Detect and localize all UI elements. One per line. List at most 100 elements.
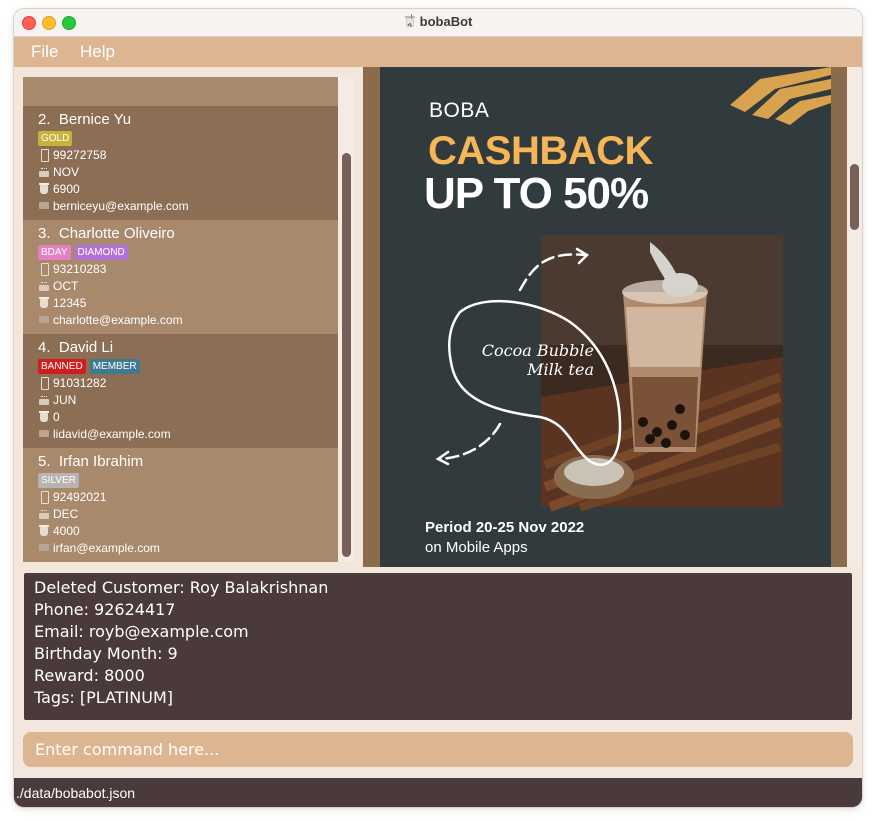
promo-scrollbar[interactable] [847, 67, 862, 567]
customer-list-scroll-thumb[interactable] [342, 153, 351, 557]
poster-drink-line1: Cocoa Bubble [481, 341, 594, 360]
customer-name-text: Irfan Ibrahim [58, 453, 144, 470]
customer-tags: GOLD [38, 131, 73, 146]
email-icon [38, 542, 51, 554]
customer-list[interactable]: 2500alexyeoh@example.com 2. Bernice Yu GOL… [23, 77, 338, 562]
customer-phone-value: 92492021 [53, 490, 107, 504]
window-title-area: bobaBot [14, 14, 862, 29]
brush-stroke-decoration [730, 67, 831, 125]
customer-birthday-value: DEC [53, 507, 79, 521]
customer-card[interactable]: 4. David Li BANNED MEMBER 91031282 JUN 0 lidav… [23, 334, 338, 448]
result-line: Tags: [PLATINUM] [34, 688, 173, 707]
customer-phone: 99272758 [38, 147, 106, 163]
customer-reward-value: 12345 [53, 296, 87, 310]
menu-bar: File Help [14, 37, 862, 67]
title-bar: bobaBot [14, 9, 862, 37]
customer-reward: 12345 [38, 295, 86, 311]
boba-cup-icon [38, 525, 51, 537]
customer-name-text: Charlotte Oliveiro [58, 225, 175, 242]
customer-name: 4. David Li [38, 339, 113, 356]
customer-birthday-value: JUN [53, 393, 77, 407]
cake-icon [38, 508, 51, 520]
status-bar: ./data/bobabot.json [14, 778, 862, 807]
poster-drink-line2: Milk tea [527, 360, 594, 379]
customer-reward: 0 [38, 409, 60, 425]
customer-reward: 4000 [38, 523, 80, 539]
result-line: Birthday Month: 9 [34, 644, 178, 663]
customer-name: 5. Irfan Ibrahim [38, 453, 143, 470]
customer-name: 3. Charlotte Oliveiro [38, 225, 175, 242]
poster-brand: BOBA [429, 99, 490, 122]
customer-tag: DIAMOND [74, 245, 128, 260]
poster-drink-name: Cocoa Bubble Milk tea [454, 341, 594, 379]
cake-icon [38, 166, 51, 178]
customer-reward-value: 6900 [53, 182, 80, 196]
customer-birthday: NOV [38, 164, 79, 180]
customer-email-value: lidavid@example.com [53, 427, 171, 441]
command-input[interactable] [23, 732, 853, 767]
customer-tag: MEMBER [89, 359, 140, 374]
phone-icon [38, 377, 51, 390]
data-file-path: ./data/bobabot.json [16, 785, 136, 801]
boba-cup-icon [38, 183, 51, 195]
customer-email-value: irfan@example.com [53, 541, 160, 555]
customer-phone-value: 99272758 [53, 148, 107, 162]
customer-name-text: Bernice Yu [58, 111, 132, 128]
menu-file[interactable]: File [31, 42, 58, 62]
customer-reward-value: 4000 [53, 524, 80, 538]
customer-card[interactable]: 5. Irfan Ibrahim SILVER 92492021 DEC 4000 irf… [23, 448, 338, 562]
promo-panel: BOBA CASHBACK UP TO 50% Cocoa Bubble Mil… [363, 67, 862, 567]
poster-period: Period 20-25 Nov 2022 [425, 519, 585, 536]
customer-email: lidavid@example.com [38, 426, 171, 442]
cake-icon [38, 394, 51, 406]
customer-tags: BANNED MEMBER [38, 359, 140, 374]
window-title: bobaBot [419, 14, 473, 29]
phone-icon [38, 491, 51, 504]
customer-tag: BANNED [38, 359, 86, 374]
customer-tags: BDAY DIAMOND [38, 245, 128, 260]
customer-card[interactable]: 2. Bernice Yu GOLD 99272758 NOV 6900 bernicey… [23, 106, 338, 220]
boba-cup-icon [38, 297, 51, 309]
customer-birthday-value: OCT [53, 279, 79, 293]
email-icon [38, 428, 51, 440]
customer-list-panel: 2500alexyeoh@example.com 2. Bernice Yu GOL… [23, 77, 353, 562]
customer-card[interactable]: 3. Charlotte Oliveiro BDAY DIAMOND 93210283… [23, 220, 338, 334]
customer-phone-value: 91031282 [53, 376, 107, 390]
customer-index: 5. [38, 453, 51, 470]
promo-scroll-thumb[interactable] [850, 164, 859, 230]
result-line: Deleted Customer: Roy Balakrishnan [34, 578, 329, 597]
customer-tags: SILVER [38, 473, 79, 488]
customer-phone-value: 93210283 [53, 262, 107, 276]
customer-birthday-value: NOV [53, 165, 80, 179]
customer-reward: 6900 [38, 181, 80, 197]
customer-email-value: berniceyu@example.com [53, 199, 189, 213]
customer-phone: 91031282 [38, 375, 106, 391]
customer-phone: 93210283 [38, 261, 106, 277]
poster-headline: CASHBACK [428, 129, 653, 173]
customer-index: 4. [38, 339, 51, 356]
result-line: Reward: 8000 [34, 666, 145, 685]
promo-poster: BOBA CASHBACK UP TO 50% Cocoa Bubble Mil… [380, 67, 831, 567]
customer-card[interactable]: 2500alexyeoh@example.com [23, 77, 338, 106]
email-icon [38, 200, 51, 212]
result-line: Phone: 92624417 [34, 600, 176, 619]
customer-tag: BDAY [38, 245, 71, 260]
cake-icon [38, 280, 51, 292]
customer-list-scrollbar[interactable] [338, 77, 353, 562]
menu-help[interactable]: Help [80, 42, 115, 62]
customer-phone: 92492021 [38, 489, 106, 505]
customer-email: berniceyu@example.com [38, 198, 189, 214]
customer-index: 3. [38, 225, 51, 242]
customer-birthday: JUN [38, 392, 76, 408]
customer-email: charlotte@example.com [38, 312, 183, 328]
customer-birthday: DEC [38, 506, 78, 522]
customer-reward-value: 0 [53, 410, 60, 424]
phone-icon [38, 149, 51, 162]
customer-name-text: David Li [58, 339, 114, 356]
boba-cup-icon [38, 411, 51, 423]
app-window: bobaBot File Help 2500alexyeoh@example.c… [14, 9, 862, 807]
customer-tag: GOLD [38, 131, 73, 146]
poster-channel: on Mobile Apps [425, 539, 528, 556]
customer-email: irfan@example.com [38, 540, 160, 556]
result-line: Email: royb@example.com [34, 622, 249, 641]
